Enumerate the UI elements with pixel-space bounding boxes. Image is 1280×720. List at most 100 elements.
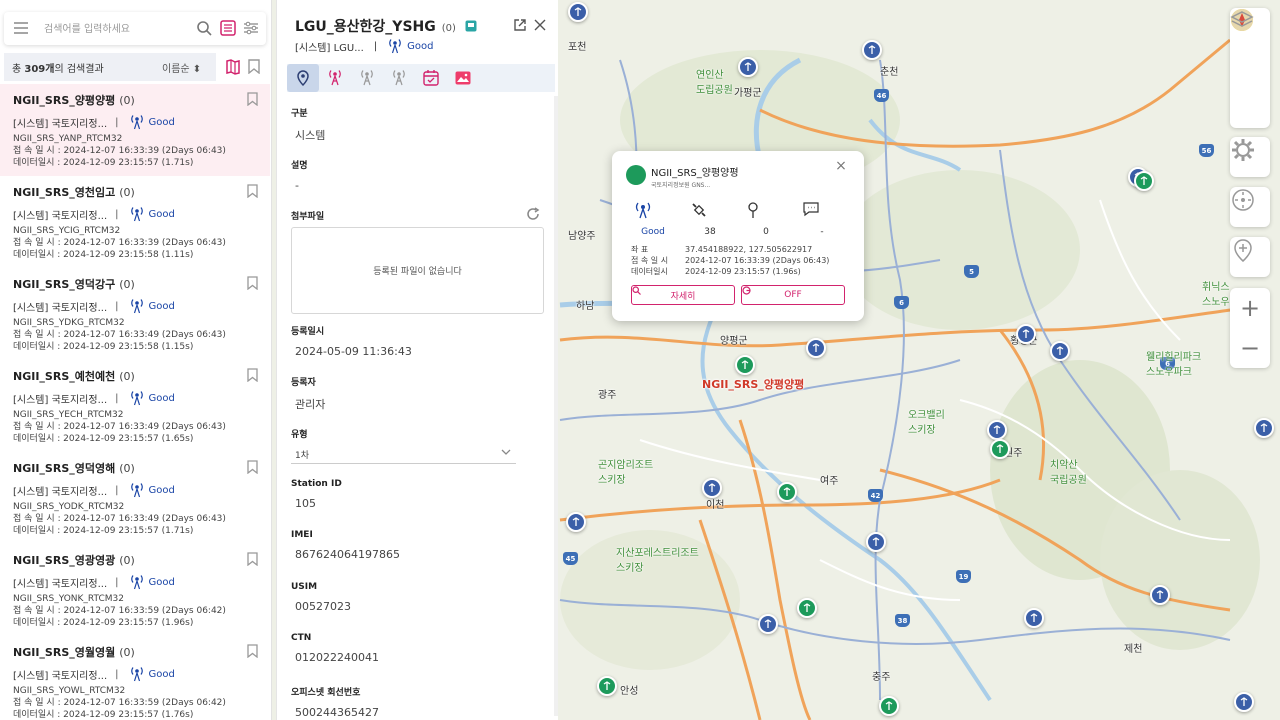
tab-signal[interactable] bbox=[319, 64, 351, 92]
station-data-time: 데이터일시 : 2024-12-09 23:15:57 (1.65s) bbox=[13, 434, 194, 444]
image-icon bbox=[455, 71, 471, 85]
hamburger-menu-icon[interactable] bbox=[13, 21, 29, 35]
map-place-label: 가평군 bbox=[734, 88, 762, 99]
open-external-icon[interactable] bbox=[513, 18, 527, 32]
bookmark-icon[interactable] bbox=[247, 184, 258, 198]
station-pin[interactable] bbox=[987, 420, 1007, 440]
station-pin[interactable] bbox=[1050, 341, 1070, 361]
station-org: [시스템] 국토지리정... bbox=[13, 670, 108, 682]
list-item[interactable]: NGII_SRS_예천예천 (0) [시스템] 국토지리정... | Good NGII_… bbox=[0, 360, 270, 452]
list-item[interactable]: NGII_SRS_양평양평 (0) [시스템] 국토지리정... | Good NGII_… bbox=[0, 84, 270, 176]
list-item[interactable]: NGII_SRS_영덕영해 (0) [시스템] 국토지리정... | Good NGII_… bbox=[0, 452, 270, 544]
field-label: Station ID bbox=[291, 479, 342, 489]
station-pin[interactable] bbox=[566, 512, 586, 532]
station-details: NGII_SRS_YCIG_RTCM32 접 속 일 시 : 2024-12-07… bbox=[13, 225, 270, 261]
station-pin[interactable] bbox=[806, 338, 826, 358]
station-pin[interactable] bbox=[866, 532, 886, 552]
popup-close-button[interactable]: × bbox=[834, 159, 848, 173]
station-pin[interactable] bbox=[702, 478, 722, 498]
tab-location[interactable] bbox=[287, 64, 319, 92]
filter-icon[interactable] bbox=[243, 20, 259, 36]
station-pin[interactable] bbox=[1234, 692, 1254, 712]
bookmark-icon[interactable] bbox=[247, 92, 258, 106]
map-place-label: 충주 bbox=[872, 672, 891, 683]
bookmark-icon[interactable] bbox=[247, 644, 258, 658]
station-pin[interactable] bbox=[1016, 324, 1036, 344]
close-icon[interactable] bbox=[533, 18, 547, 32]
station-connect: 접 속 일 시 : 2024-12-07 16:33:59 (2Days 06:… bbox=[13, 698, 226, 708]
detail-scrollbar[interactable] bbox=[554, 96, 558, 716]
map-place-label: 제천 bbox=[1124, 644, 1143, 655]
station-pin[interactable] bbox=[758, 614, 778, 634]
map-place-label: 이천 bbox=[706, 500, 725, 511]
field-label: 구분 bbox=[291, 109, 308, 119]
station-pin[interactable] bbox=[777, 482, 797, 502]
station-name: NGII_SRS_영광영광 (0) bbox=[13, 554, 135, 567]
station-pin[interactable] bbox=[1024, 608, 1044, 628]
station-pin[interactable] bbox=[990, 439, 1010, 459]
station-pin[interactable] bbox=[1150, 585, 1170, 605]
station-pin[interactable] bbox=[568, 2, 588, 22]
compass-button[interactable] bbox=[1230, 187, 1270, 227]
tab-antenna-3[interactable] bbox=[383, 64, 415, 92]
field-regdate: 등록일시 2024-05-09 11:36:43 bbox=[291, 324, 412, 358]
message-icon bbox=[802, 201, 842, 223]
add-location-button[interactable] bbox=[1230, 237, 1270, 277]
list-item[interactable]: NGII_SRS_영천임고 (0) [시스템] 국토지리정... | Good NGII_… bbox=[0, 176, 270, 268]
map-book-icon[interactable] bbox=[226, 59, 240, 75]
type-select[interactable]: 1차 bbox=[291, 444, 516, 464]
refresh-icon[interactable] bbox=[526, 207, 540, 221]
station-pin-selected[interactable] bbox=[735, 355, 755, 375]
terrain-mode-button[interactable] bbox=[1230, 9, 1270, 88]
bookmark-icon[interactable] bbox=[247, 552, 258, 566]
list-item[interactable]: NGII_SRS_영월영월 (0) [시스템] 국토지리정... | Good NGII_… bbox=[0, 636, 270, 720]
station-pin[interactable] bbox=[862, 40, 882, 60]
route-shield: 42 bbox=[868, 489, 883, 502]
popup-off-label: OFF bbox=[784, 290, 802, 300]
bookmark-icon[interactable] bbox=[248, 59, 260, 74]
list-view-icon[interactable] bbox=[220, 20, 236, 36]
attachment-dropzone[interactable]: 등록된 파일이 없습니다 bbox=[291, 227, 544, 314]
station-org: [시스템] 국토지리정... bbox=[13, 118, 108, 130]
popup-detail-button[interactable]: 자세히 bbox=[631, 285, 735, 305]
station-name: NGII_SRS_영덕강구 (0) bbox=[13, 278, 135, 291]
tab-image[interactable] bbox=[447, 64, 479, 92]
station-pin[interactable] bbox=[1134, 171, 1154, 191]
list-item[interactable]: NGII_SRS_영광영광 (0) [시스템] 국토지리정... | Good NGII_… bbox=[0, 544, 270, 636]
station-org: [시스템] 국토지리정... bbox=[13, 394, 108, 406]
zoom-in-button[interactable]: + bbox=[1230, 288, 1270, 328]
station-pin[interactable] bbox=[879, 696, 899, 716]
route-shield: 45 bbox=[563, 552, 578, 565]
search-icon[interactable] bbox=[196, 20, 212, 36]
station-details: NGII_SRS_YOWL_RTCM32 접 속 일 시 : 2024-12-07… bbox=[13, 685, 270, 720]
station-count: (0) bbox=[119, 186, 135, 199]
station-org: [시스템] 국토지리정... bbox=[13, 302, 108, 314]
tab-antenna-2[interactable] bbox=[351, 64, 383, 92]
zoom-out-button[interactable]: − bbox=[1230, 328, 1270, 368]
station-meta: [시스템] 국토지리정... | Good bbox=[13, 482, 270, 498]
detail-title: LGU_용산한강_YSHG (0) bbox=[295, 16, 477, 36]
station-count: (0) bbox=[119, 94, 135, 107]
station-status: Good bbox=[148, 300, 175, 312]
list-item[interactable]: NGII_SRS_영덕강구 (0) [시스템] 국토지리정... | Good NGII_… bbox=[0, 268, 270, 360]
station-pin[interactable] bbox=[597, 676, 617, 696]
bookmark-icon[interactable] bbox=[247, 368, 258, 382]
popup-off-button[interactable]: OFF bbox=[741, 285, 845, 305]
popup-stat-satellites: 38 bbox=[690, 201, 730, 237]
search-input[interactable] bbox=[44, 19, 184, 39]
layers-button[interactable] bbox=[1230, 11, 1270, 128]
sort-dropdown[interactable]: 이름순 ⬍ bbox=[162, 60, 201, 75]
tab-calendar[interactable] bbox=[415, 64, 447, 92]
station-pin[interactable] bbox=[738, 57, 758, 77]
bookmark-icon[interactable] bbox=[247, 460, 258, 474]
add-pin-icon bbox=[1234, 239, 1252, 262]
station-pin[interactable] bbox=[797, 598, 817, 618]
map-place-label: 곤지암리조트 스키장 bbox=[598, 460, 654, 486]
route-shield: 56 bbox=[1199, 144, 1214, 157]
station-pin[interactable] bbox=[1254, 418, 1274, 438]
map-place-label: 지산포레스트리조트 스키장 bbox=[616, 548, 699, 574]
station-org: [시스템] 국토지리정... bbox=[13, 486, 108, 498]
station-data-time: 데이터일시 : 2024-12-09 23:15:58 (1.11s) bbox=[13, 250, 194, 260]
bookmark-icon[interactable] bbox=[247, 276, 258, 290]
settings-button[interactable] bbox=[1230, 137, 1270, 177]
